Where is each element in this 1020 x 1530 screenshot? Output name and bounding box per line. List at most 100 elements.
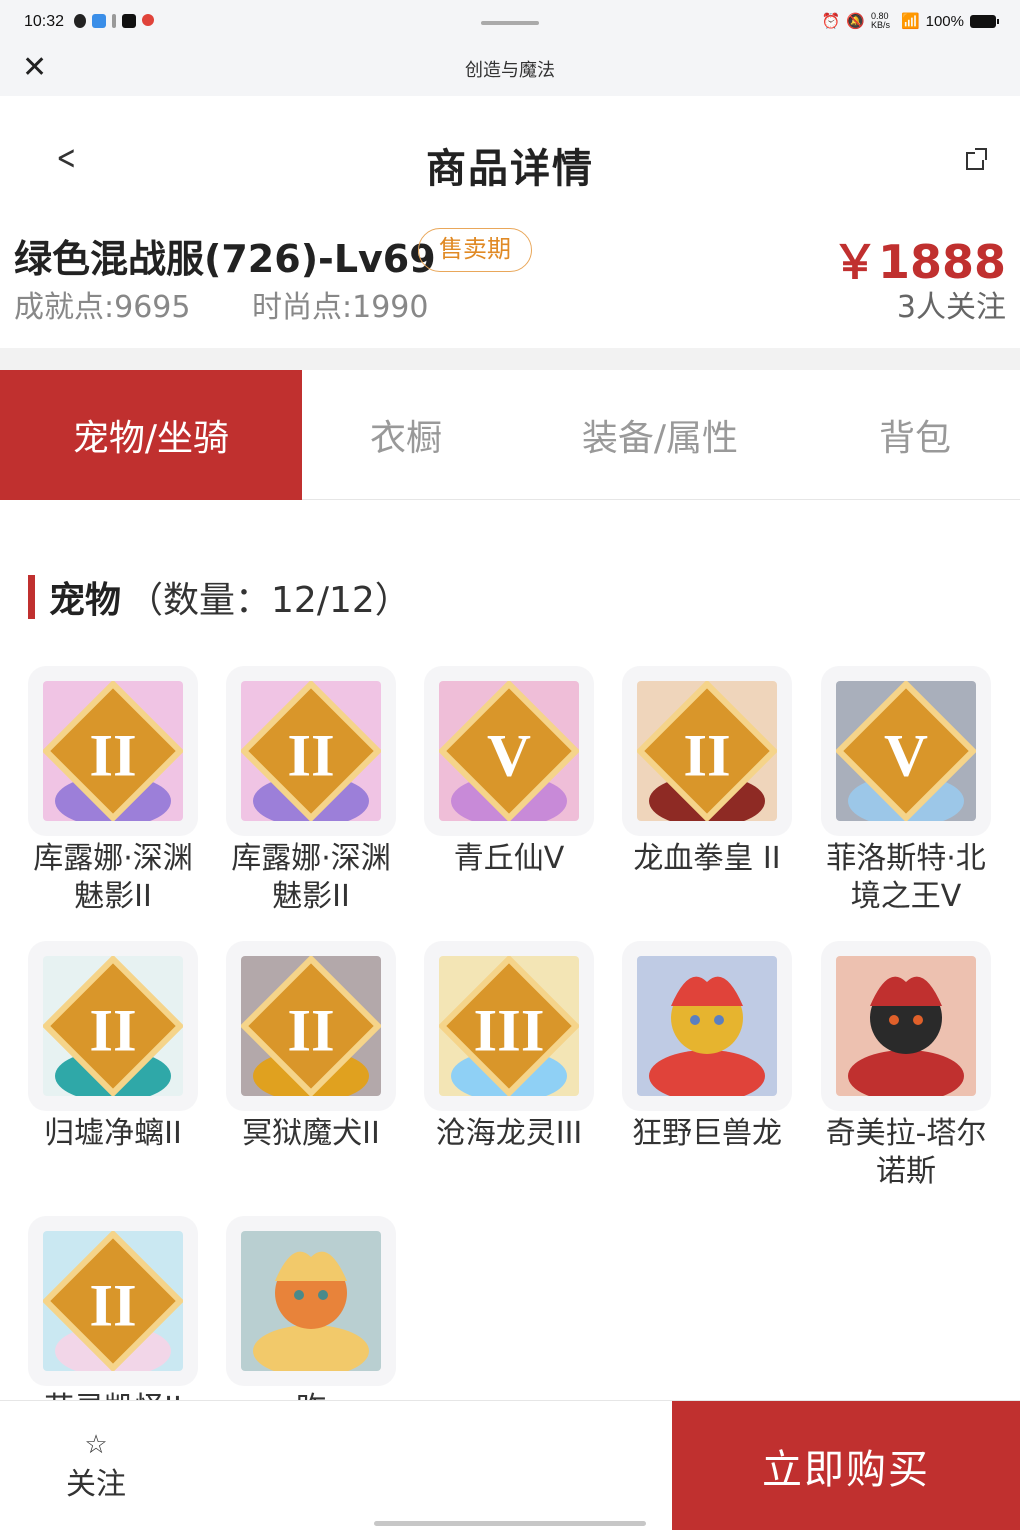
rank-badge-icon: V (836, 681, 976, 821)
rank-badge-icon: III (439, 956, 579, 1096)
pet-thumbnail: II (28, 1216, 198, 1386)
rank-text: II (89, 722, 136, 789)
pet-thumbnail: II (28, 941, 198, 1111)
rank-badge-icon: II (43, 1231, 183, 1371)
pet-thumbnail: II (226, 941, 396, 1111)
pet-portrait-icon (836, 956, 976, 1096)
pet-thumbnail: III (424, 941, 594, 1111)
page-title: 商品详情 (426, 146, 594, 192)
follower-count: 3人关注 (896, 290, 1006, 325)
pet-thumbnail (821, 941, 991, 1111)
pet-card[interactable]: V 菲洛斯特·北境之王V (821, 666, 991, 916)
rank-text: II (89, 997, 136, 1064)
pet-card[interactable]: II 龙血拳皇 II (622, 666, 792, 878)
pet-card[interactable]: 昨 (226, 1216, 396, 1400)
status-time: 10:32 (24, 13, 65, 30)
divider (0, 348, 1020, 370)
pet-thumbnail: V (424, 666, 594, 836)
tiktok-icon (122, 14, 136, 28)
rank-badge-icon: II (43, 681, 183, 821)
battery-icon (970, 14, 999, 28)
status-bar: 10:32 ⏰ 🔕 0.80 KB/s 📶 100% (0, 0, 1020, 44)
nav-header: < 商品详情 (0, 96, 1020, 216)
pet-thumbnail: II (622, 666, 792, 836)
tab-wardrobe[interactable]: 衣橱 (302, 370, 510, 500)
section-count: （数量：12/12） (127, 580, 411, 621)
pet-card[interactable]: II 库露娜·深渊魅影II (28, 666, 198, 916)
bottom-bar: ☆ 关注 立即购买 (0, 1400, 1020, 1530)
star-outline-icon: ☆ (84, 1430, 108, 1460)
section-accent (28, 575, 35, 619)
net-speed: 0.80 KB/s (870, 11, 890, 30)
pet-grid: II 库露娜·深渊魅影II II 库露娜·深渊魅影II V 青丘仙V II 龙血拳皇 II V 菲… (28, 666, 998, 1400)
app-bar: ✕ 创造与魔法 (0, 44, 1020, 96)
pet-card[interactable]: 狂野巨兽龙 (622, 941, 792, 1153)
rank-text: II (89, 1272, 136, 1339)
notification-icons (74, 14, 154, 28)
pet-portrait-icon (637, 956, 777, 1096)
status-right: ⏰ 🔕 0.80 KB/s 📶 100% (822, 11, 999, 30)
follow-button[interactable]: ☆ 关注 (60, 1431, 132, 1503)
pet-name: 库露娜·深渊魅影II (33, 841, 193, 914)
battery-level: 100% (925, 12, 964, 30)
pet-name: 冥狱魔犬II (242, 1116, 380, 1151)
tab-label: 装备/属性 (581, 418, 739, 459)
pet-name: 狂野巨兽龙 (632, 1116, 782, 1151)
pet-card[interactable]: II 冥狱魔犬II (226, 941, 396, 1153)
pet-card[interactable]: II 花灵凯怪II (28, 1216, 198, 1400)
rank-badge-icon: II (43, 956, 183, 1096)
pet-card[interactable]: 奇美拉-塔尔诺斯 (821, 941, 991, 1191)
product-info: 绿色混战服(726)-Lv69 售卖期 成就点:9695 时尚点:1990 ￥1… (0, 216, 1020, 348)
share-icon[interactable] (966, 148, 987, 170)
pet-card[interactable]: V 青丘仙V (424, 666, 594, 878)
pet-name: 花灵凯怪II (28, 1390, 198, 1400)
status-badge: 售卖期 (418, 228, 532, 272)
rank-badge-icon: II (241, 681, 381, 821)
pet-name: 沧海龙灵III (435, 1116, 583, 1151)
pet-thumbnail (226, 1216, 396, 1386)
dot-icon (112, 14, 116, 28)
category-tabs: 宠物/坐骑 衣橱 装备/属性 背包 (0, 370, 1020, 500)
rank-text: II (683, 722, 730, 789)
cloud-icon (92, 14, 106, 28)
app-icon (142, 14, 154, 26)
tab-equipment[interactable]: 装备/属性 (510, 370, 810, 500)
rank-text: II (287, 997, 334, 1064)
rank-text: V (487, 722, 531, 789)
tab-backpack[interactable]: 背包 (810, 370, 1020, 500)
pet-name: 库露娜·深渊魅影II (231, 841, 391, 914)
section-header: 宠物 （数量：12/12） (28, 574, 411, 621)
fashion-points: 时尚点:1990 (252, 290, 429, 325)
window-handle[interactable] (481, 21, 539, 25)
pet-card[interactable]: II 归墟净螭II (28, 941, 198, 1153)
tab-label: 衣橱 (369, 418, 442, 459)
pet-card[interactable]: III 沧海龙灵III (424, 941, 594, 1153)
pet-name: 菲洛斯特·北境之王V (826, 841, 986, 914)
pet-name: 龙血拳皇 II (633, 841, 781, 876)
pet-name: 归墟净螭II (44, 1116, 182, 1151)
rank-badge-icon: II (241, 956, 381, 1096)
follow-label: 关注 (66, 1467, 126, 1502)
rank-badge-icon: V (439, 681, 579, 821)
pet-thumbnail: II (28, 666, 198, 836)
achievement-points: 成就点:9695 (14, 290, 191, 325)
qq-icon (74, 14, 86, 28)
pet-thumbnail: V (821, 666, 991, 836)
pet-card[interactable]: II 库露娜·深渊魅影II (226, 666, 396, 916)
product-name: 绿色混战服(726)-Lv69 (14, 237, 436, 281)
wifi-icon: 📶 (900, 13, 920, 30)
pet-name: 青丘仙V (453, 841, 565, 876)
pet-name: 奇美拉-塔尔诺斯 (825, 1116, 987, 1189)
rank-badge-icon: II (637, 681, 777, 821)
pet-portrait-icon (241, 1231, 381, 1371)
pet-thumbnail: II (226, 666, 396, 836)
mute-icon: 🔕 (846, 13, 865, 30)
tab-pets-mounts[interactable]: 宠物/坐骑 (0, 370, 302, 500)
home-indicator[interactable] (374, 1521, 646, 1526)
buy-now-button[interactable]: 立即购买 (672, 1401, 1020, 1530)
rank-text: V (884, 722, 928, 789)
rank-text: III (473, 997, 544, 1064)
pet-thumbnail (622, 941, 792, 1111)
page-root: 10:32 ⏰ 🔕 0.80 KB/s 📶 100% ✕ 创造与魔法 < 商品详… (0, 0, 1020, 1530)
tab-label: 背包 (878, 418, 951, 459)
